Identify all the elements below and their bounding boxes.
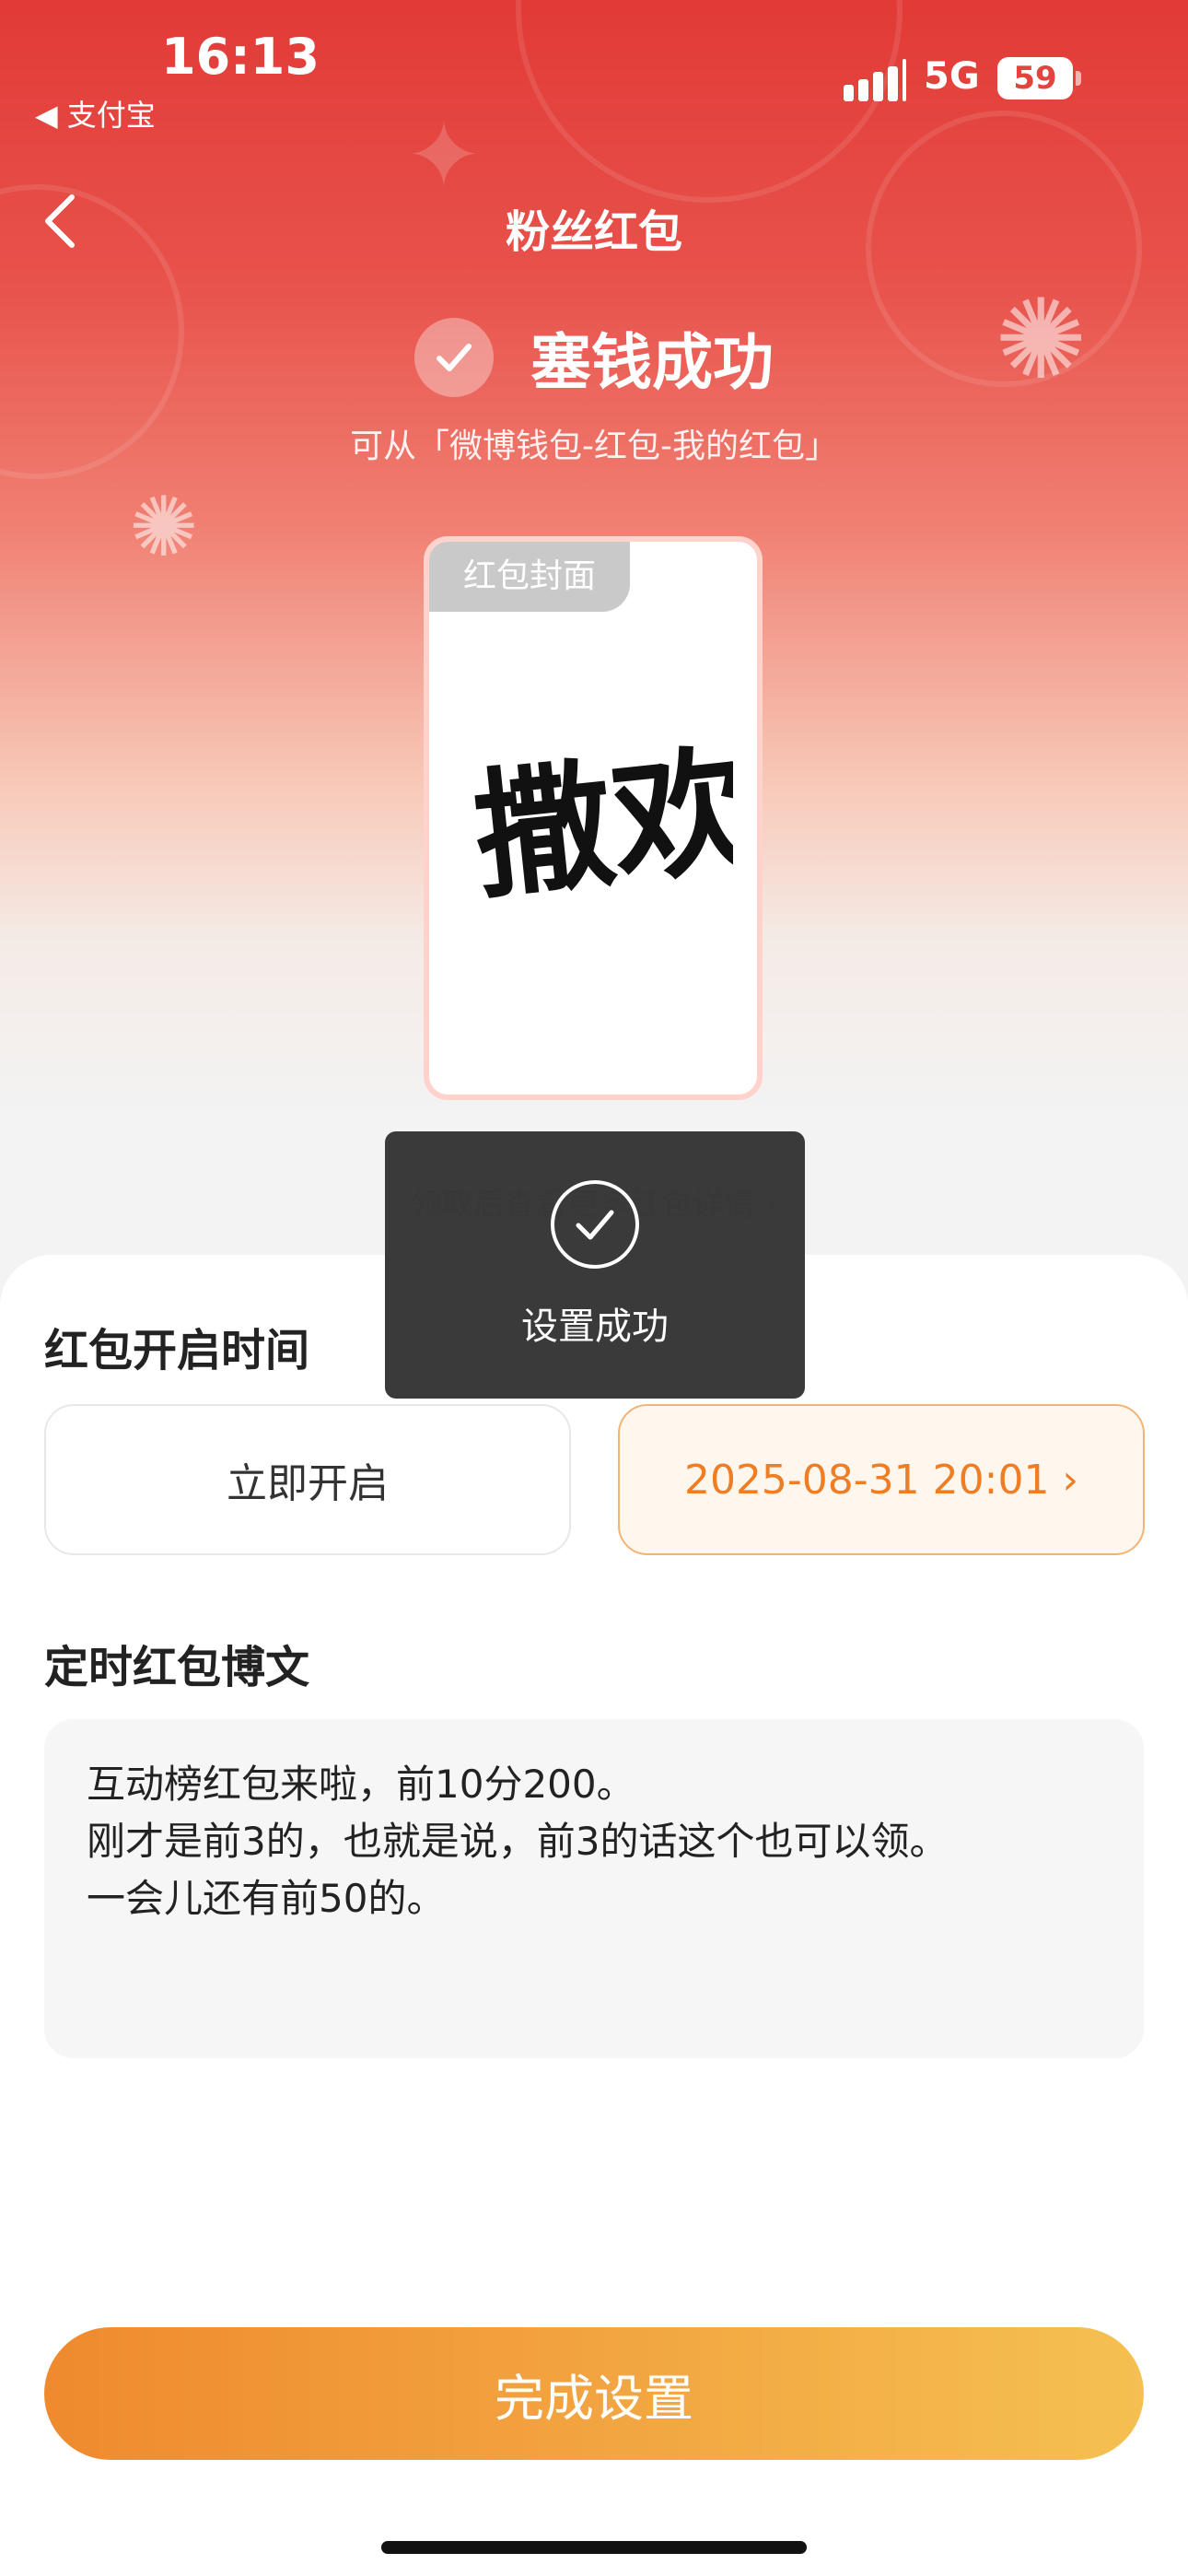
success-header: 塞钱成功 [0, 313, 1188, 402]
check-icon [551, 1180, 639, 1269]
post-line: 刚才是前3的，也就是说，前3的话这个也可以领。 [87, 1819, 949, 1864]
back-to-app-link[interactable]: ◀ 支付宝 [35, 92, 156, 135]
page-title: 粉丝红包 [505, 206, 682, 258]
scheduled-time-option[interactable]: 2025-08-31 20:01 › [618, 1404, 1145, 1555]
signal-icon [844, 59, 906, 101]
open-time-title: 红包开启时间 [44, 1325, 310, 1376]
red-packet-cover[interactable]: 红包封面 撒欢 [424, 536, 763, 1100]
success-toast: 设置成功 [385, 1131, 805, 1399]
calligraphy-logo: 撒欢 [467, 729, 733, 919]
cover-tag: 红包封面 [429, 542, 630, 612]
battery-tip [1076, 71, 1081, 86]
svg-text:撒欢: 撒欢 [467, 729, 733, 919]
battery-icon: 59 [997, 57, 1073, 100]
firework-icon: ✺ [129, 479, 199, 576]
network-label: 5G [924, 55, 980, 98]
wallet-hint: 可从「微博钱包-红包-我的红包」 [350, 427, 838, 465]
status-bar: 16:13 ◀ 支付宝 5G 59 [0, 0, 1188, 147]
open-now-option[interactable]: 立即开启 [44, 1404, 571, 1555]
post-line: 一会儿还有前50的。 [87, 1876, 446, 1921]
post-textarea[interactable]: 互动榜红包来啦，前10分200。 刚才是前3的，也就是说，前3的话这个也可以领。… [44, 1719, 1144, 2058]
post-line: 互动榜红包来啦，前10分200。 [87, 1762, 635, 1807]
post-section-title: 定时红包博文 [44, 1642, 310, 1693]
toast-text: 设置成功 [521, 1306, 669, 1348]
finish-setup-button[interactable]: 完成设置 [44, 2327, 1144, 2460]
check-circle-icon [414, 318, 494, 397]
success-title: 塞钱成功 [530, 327, 774, 398]
status-time: 16:13 [161, 28, 320, 86]
home-indicator[interactable] [381, 2541, 807, 2554]
